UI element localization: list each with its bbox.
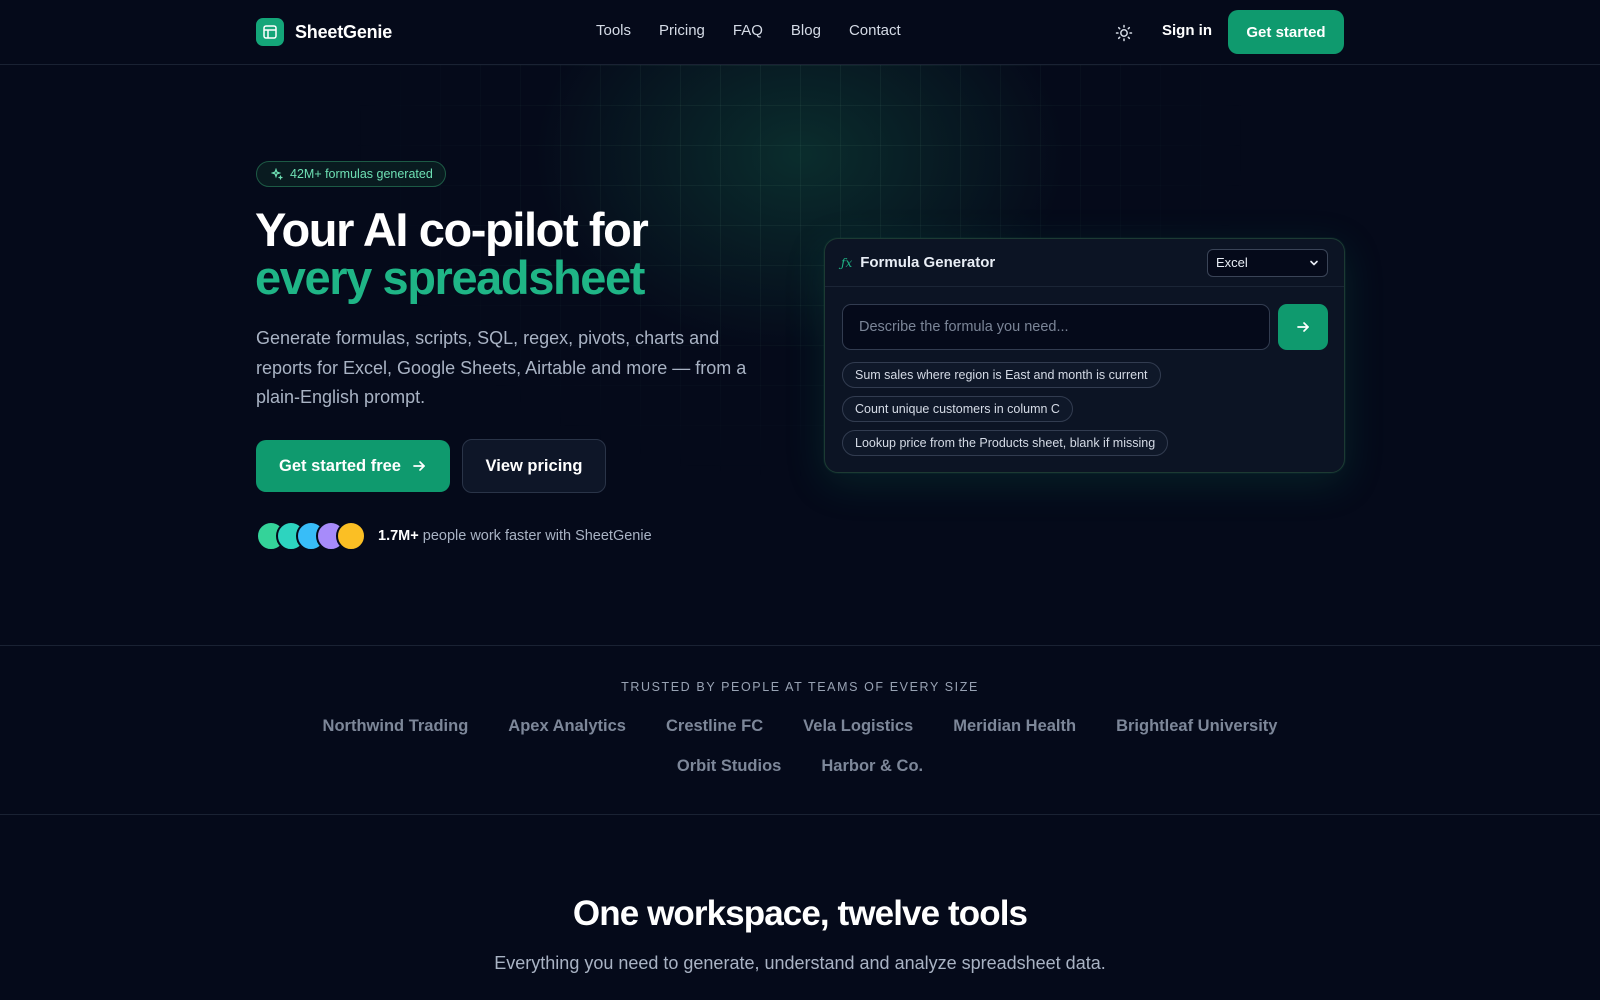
chevron-down-icon [1310, 260, 1318, 265]
company-name: Vela Logistics [803, 717, 914, 735]
fx-icon: ƒx [841, 255, 853, 270]
nav-blog[interactable]: Blog [791, 22, 821, 39]
company-name: Apex Analytics [508, 717, 626, 735]
trusted-by-label: TRUSTED BY PEOPLE AT TEAMS OF EVERY SIZE [621, 680, 979, 694]
platform-select-value: Excel [1216, 255, 1248, 270]
social-proof: 1.7M+ people work faster with SheetGenie [256, 521, 652, 551]
social-proof-text: 1.7M+ people work faster with SheetGenie [378, 528, 652, 544]
theme-toggle-button[interactable] [1114, 23, 1134, 43]
example-prompt-chip[interactable]: Count unique customers in column C [842, 396, 1073, 422]
formula-prompt-input[interactable] [842, 304, 1270, 350]
hero-title: Your AI co-pilot for every spreadsheet [255, 203, 649, 304]
brand-name: SheetGenie [295, 21, 393, 42]
hero-grid-pattern [0, 65, 1600, 645]
formula-card-header: ƒx Formula Generator Excel [825, 239, 1344, 287]
sign-in-link[interactable]: Sign in [1162, 22, 1212, 39]
user-count: 1.7M+ [378, 528, 419, 544]
trusted-by-section: TRUSTED BY PEOPLE AT TEAMS OF EVERY SIZE… [0, 645, 1600, 815]
get-started-free-label: Get started free [279, 456, 401, 475]
formulas-generated-badge: 42M+ formulas generated [256, 161, 446, 187]
badge-text: 42M+ formulas generated [290, 167, 433, 181]
company-name: Northwind Trading [322, 717, 469, 735]
spreadsheet-icon [256, 18, 284, 46]
sun-icon [1115, 24, 1133, 42]
avatar [336, 521, 366, 551]
nav-pricing[interactable]: Pricing [659, 22, 705, 39]
example-prompts: Sum sales where region is East and month… [842, 362, 1169, 456]
nav-faq[interactable]: FAQ [733, 22, 763, 39]
example-prompt-chip[interactable]: Sum sales where region is East and month… [842, 362, 1161, 388]
get-started-button[interactable]: Get started [1228, 10, 1344, 54]
get-started-free-button[interactable]: Get started free [256, 440, 450, 492]
hero-title-line1: Your AI co-pilot for [255, 203, 649, 256]
formula-card-title: Formula Generator [860, 254, 996, 271]
site-header: SheetGenie Tools Pricing FAQ Blog Contac… [0, 0, 1600, 65]
nav-tools[interactable]: Tools [596, 22, 631, 39]
company-name: Crestline FC [665, 717, 764, 735]
hero-title-line2: every spreadsheet [255, 251, 645, 304]
avatar-stack [256, 521, 366, 551]
company-list: Northwind Trading Apex Analytics Crestli… [256, 714, 1344, 778]
formula-generator-card: ƒx Formula Generator Excel Sum sales whe… [824, 238, 1345, 473]
arrow-right-icon [413, 461, 425, 471]
view-pricing-button[interactable]: View pricing [462, 439, 606, 493]
arrow-right-icon [1297, 322, 1309, 332]
logo[interactable]: SheetGenie [256, 18, 392, 46]
sparkles-icon [271, 168, 283, 180]
platform-select[interactable]: Excel [1207, 248, 1328, 277]
hero-background [0, 65, 1600, 645]
company-name: Harbor & Co. [821, 757, 924, 775]
social-proof-label: people work faster with SheetGenie [422, 528, 652, 544]
tools-section-title: One workspace, twelve tools [572, 894, 1028, 933]
nav-contact[interactable]: Contact [849, 22, 901, 39]
company-name: Meridian Health [953, 717, 1077, 735]
example-prompt-chip[interactable]: Lookup price from the Products sheet, bl… [842, 430, 1169, 456]
generate-formula-button[interactable] [1278, 304, 1328, 350]
company-name: Orbit Studios [676, 757, 782, 775]
main-nav: Tools Pricing FAQ Blog Contact [596, 22, 901, 39]
hero-subtitle: Generate formulas, scripts, SQL, regex, … [256, 328, 747, 407]
tools-section-subtitle: Everything you need to generate, underst… [494, 953, 1106, 973]
company-name: Brightleaf University [1116, 717, 1278, 735]
